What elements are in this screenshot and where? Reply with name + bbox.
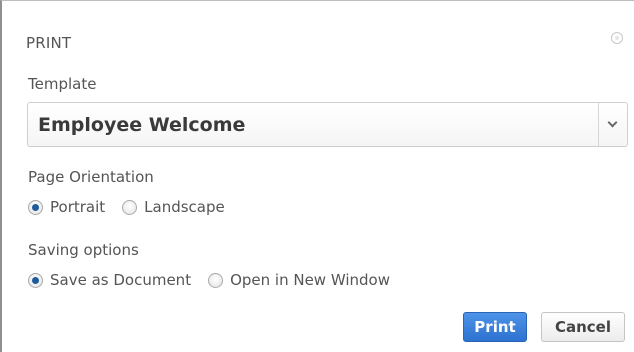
template-select-toggle[interactable] bbox=[598, 103, 627, 146]
template-select[interactable]: Employee Welcome bbox=[27, 102, 628, 147]
cancel-button[interactable]: Cancel bbox=[541, 312, 625, 342]
saving-options-label: Saving options bbox=[28, 241, 139, 259]
open-new-window-radio[interactable] bbox=[208, 272, 224, 288]
template-select-value: Employee Welcome bbox=[38, 114, 246, 136]
dialog-title: PRINT bbox=[26, 34, 72, 52]
saving-options: Save as Document Open in New Window bbox=[28, 271, 390, 289]
open-new-window-label: Open in New Window bbox=[230, 271, 390, 289]
close-icon[interactable] bbox=[611, 32, 623, 44]
portrait-label: Portrait bbox=[50, 198, 106, 216]
template-label: Template bbox=[28, 75, 97, 93]
page-orientation-label: Page Orientation bbox=[28, 168, 154, 186]
print-dialog: PRINT Template Employee Welcome Page Ori… bbox=[0, 0, 634, 352]
save-as-document-label: Save as Document bbox=[50, 271, 192, 289]
landscape-radio[interactable] bbox=[122, 199, 138, 215]
radio-option-landscape[interactable]: Landscape bbox=[122, 198, 225, 216]
radio-option-save-as-document[interactable]: Save as Document bbox=[28, 271, 191, 289]
chevron-down-icon bbox=[607, 117, 618, 128]
save-as-document-radio[interactable] bbox=[28, 272, 43, 288]
landscape-label: Landscape bbox=[144, 198, 225, 216]
print-button[interactable]: Print bbox=[463, 312, 527, 342]
portrait-radio[interactable] bbox=[28, 199, 43, 215]
page-orientation-options: Portrait Landscape bbox=[28, 198, 225, 216]
radio-option-portrait[interactable]: Portrait bbox=[28, 198, 105, 216]
radio-option-open-new-window[interactable]: Open in New Window bbox=[208, 271, 390, 289]
